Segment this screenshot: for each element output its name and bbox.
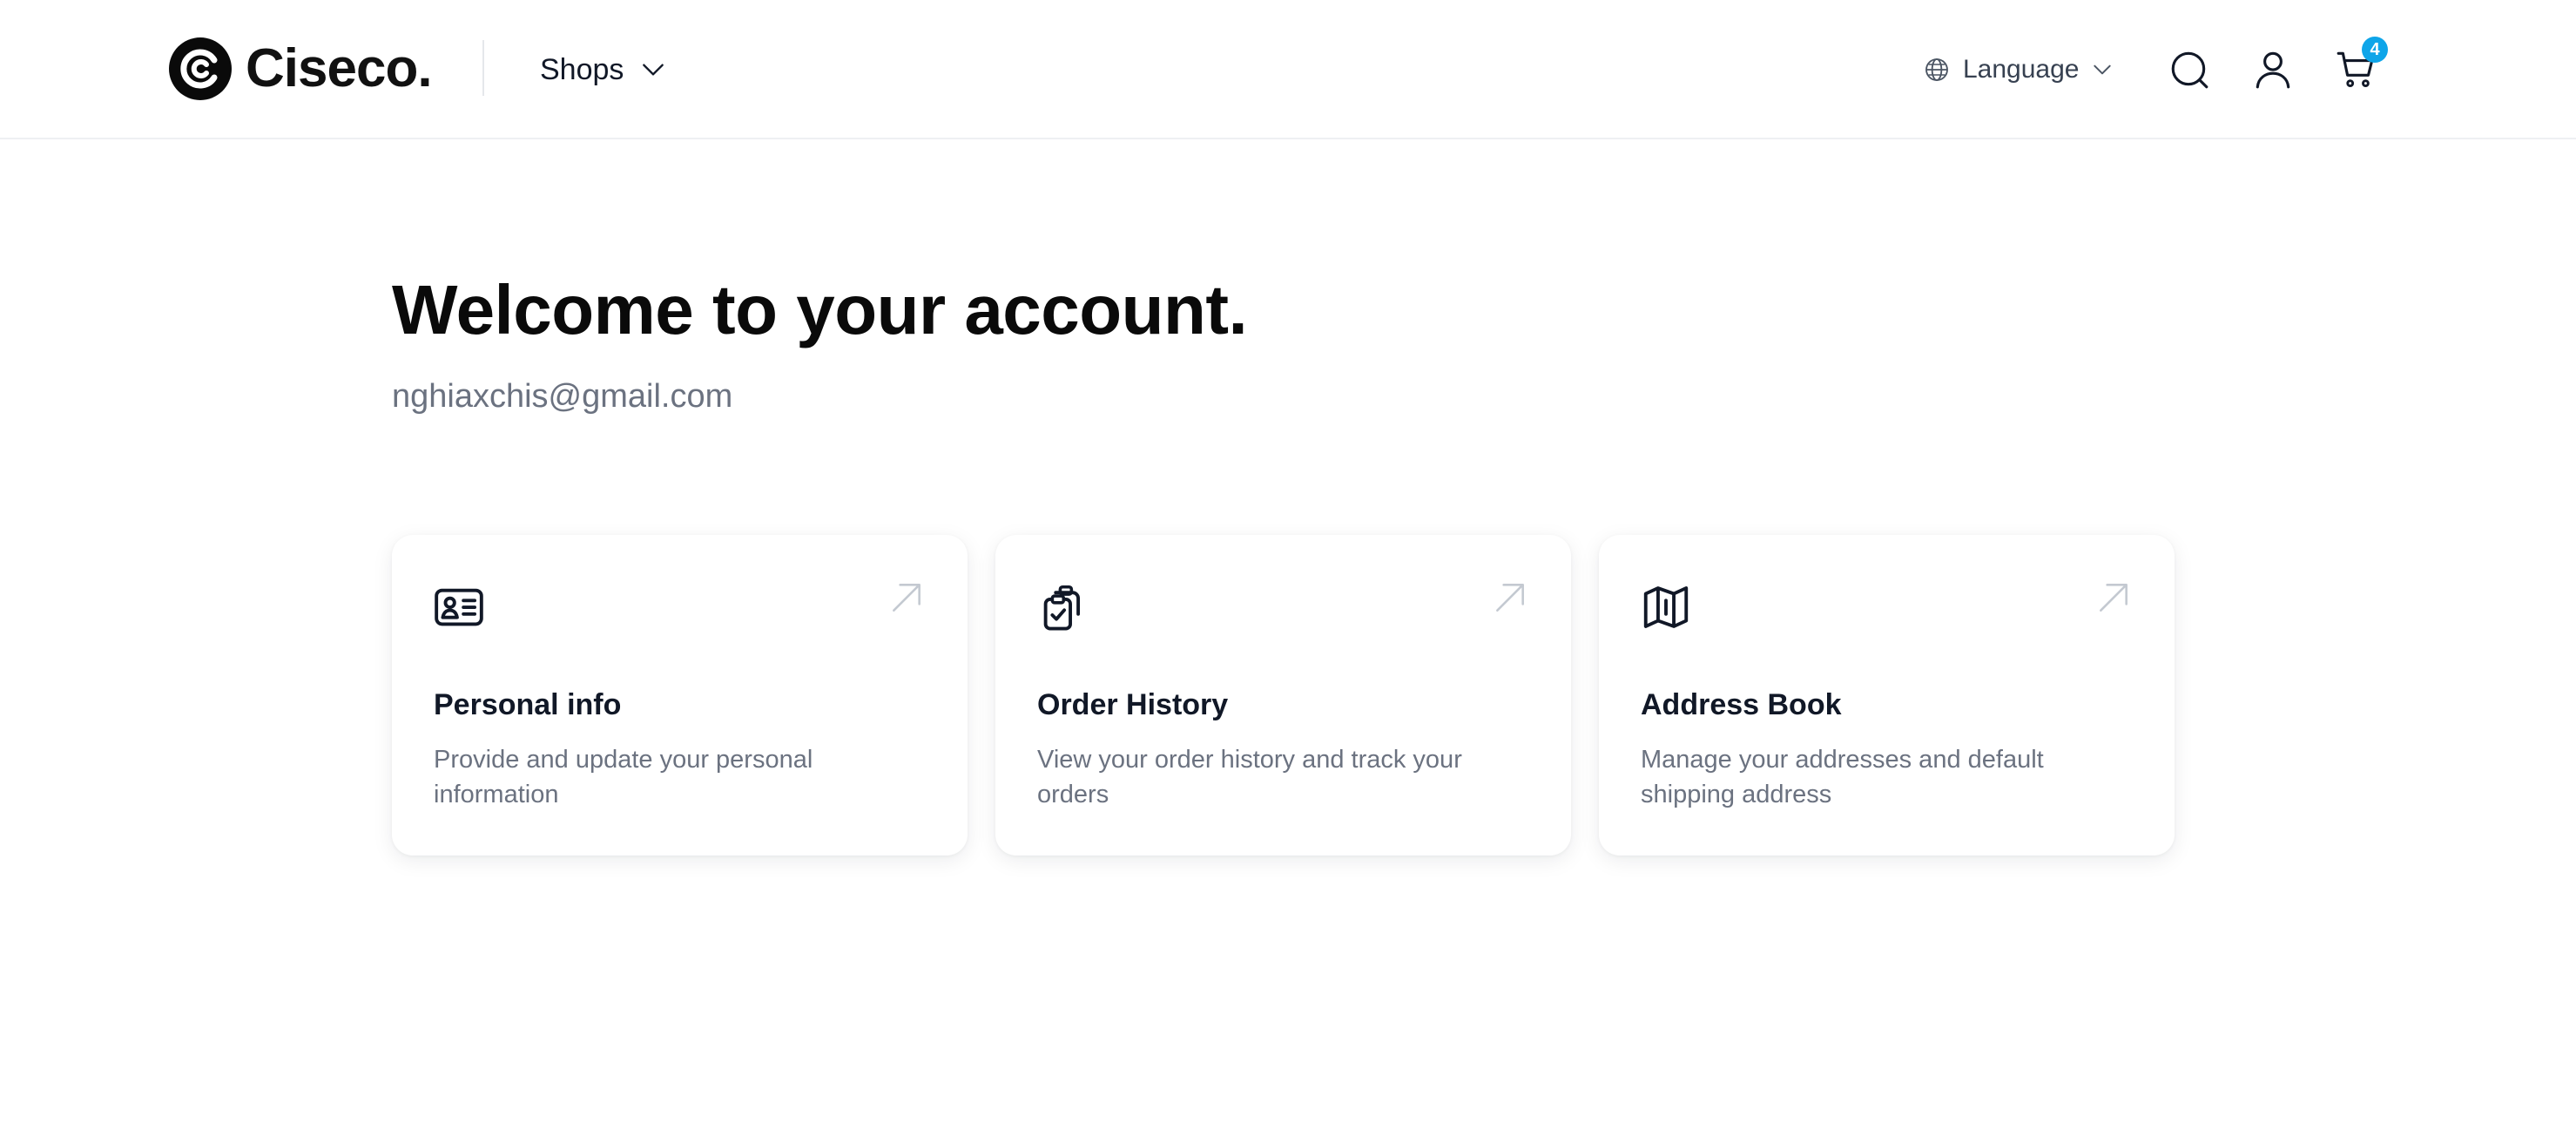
arrow-up-right-icon [893, 584, 920, 612]
account-button[interactable] [2240, 37, 2306, 103]
logo-icon [169, 37, 232, 100]
language-label: Language [1963, 55, 2080, 84]
card-description: Provide and update your personal informa… [434, 746, 813, 808]
site-header: Ciseco. Shops Language 4 [0, 0, 2576, 139]
shops-label: Shops [540, 52, 624, 86]
account-email: nghiaxchis@gmail.com [392, 378, 733, 415]
chevron-down-icon [643, 64, 664, 76]
card-title: Address Book [1641, 688, 1842, 721]
user-icon [2256, 51, 2290, 89]
clipboard-check-icon [1043, 585, 1081, 631]
cart-count-badge: 4 [2362, 37, 2388, 63]
address-book-card[interactable]: Address Book Manage your addresses and d… [1599, 535, 2175, 856]
account-cards: Personal info Provide and update your pe… [392, 535, 2175, 856]
globe-icon [1925, 58, 1948, 81]
shops-menu-button[interactable]: Shops [540, 45, 667, 94]
arrow-up-right-icon [1496, 584, 1524, 612]
chevron-down-icon [2094, 64, 2112, 75]
page-title: Welcome to your account. [392, 271, 1248, 348]
card-description: View your order history and track your o… [1037, 746, 1462, 808]
card-description: Manage your addresses and default shippi… [1641, 746, 2044, 808]
card-title: Order History [1037, 688, 1229, 721]
order-history-card[interactable]: Order History View your order history an… [995, 535, 1571, 856]
logo-text: Ciseco. [246, 38, 433, 98]
arrow-up-right-icon [2100, 584, 2128, 612]
card-title: Personal info [434, 688, 622, 721]
personal-info-card[interactable]: Personal info Provide and update your pe… [392, 535, 968, 856]
map-icon [1643, 586, 1689, 628]
logo[interactable]: Ciseco. [169, 37, 433, 101]
search-icon [2171, 51, 2208, 89]
search-button[interactable] [2156, 37, 2222, 103]
header-divider [482, 40, 484, 96]
cart-button[interactable]: 4 [2323, 37, 2390, 103]
language-selector[interactable]: Language [1923, 47, 2114, 92]
id-card-icon [435, 588, 483, 626]
